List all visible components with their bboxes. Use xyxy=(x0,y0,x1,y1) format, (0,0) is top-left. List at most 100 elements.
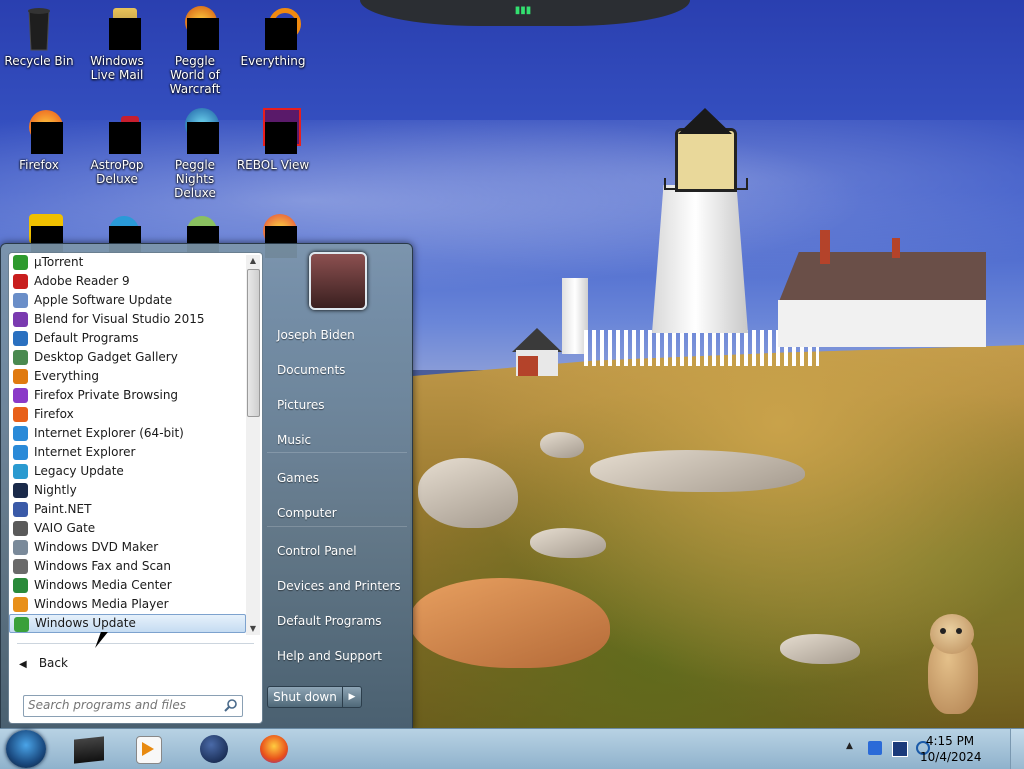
program-item[interactable]: Default Programs xyxy=(9,329,246,348)
program-item[interactable]: Windows Update xyxy=(9,614,246,633)
program-label: Paint.NET xyxy=(34,502,92,516)
scroll-down-arrow[interactable]: ▼ xyxy=(246,623,260,635)
astropop-icon xyxy=(93,108,141,156)
display-icon[interactable] xyxy=(892,741,908,757)
search-icon[interactable] xyxy=(224,698,238,712)
show-desktop-button[interactable] xyxy=(1010,729,1024,769)
program-item[interactable]: Windows Fax and Scan xyxy=(9,557,246,576)
program-label: Default Programs xyxy=(34,331,139,345)
utorrent-icon xyxy=(13,255,28,270)
gadget-gallery-icon xyxy=(13,350,28,365)
everything-icon xyxy=(249,4,301,52)
program-label: µTorrent xyxy=(34,255,84,269)
taskbar-item-media-player[interactable] xyxy=(122,732,174,766)
default-programs-link[interactable]: Default Programs xyxy=(271,606,412,636)
desktop-icon-peggle-nights[interactable]: Peggle Nights Deluxe xyxy=(156,108,234,200)
all-programs-list: µTorrent Adobe Reader 9 Apple Software Upd… xyxy=(9,253,246,641)
program-item[interactable]: Desktop Gadget Gallery xyxy=(9,348,246,367)
program-item[interactable]: Nightly xyxy=(9,481,246,500)
program-item[interactable]: Internet Explorer xyxy=(9,443,246,462)
desktop-icon-recycle-bin[interactable]: Recycle Bin xyxy=(0,4,78,68)
taskbar-item-1[interactable] xyxy=(64,732,116,766)
shutdown-options-button[interactable]: ▶ xyxy=(342,686,362,708)
right-pane-separator xyxy=(267,526,407,527)
program-item[interactable]: Adobe Reader 9 xyxy=(9,272,246,291)
program-label: Desktop Gadget Gallery xyxy=(34,350,178,364)
desktop-icon-firefox[interactable]: Firefox xyxy=(0,108,78,172)
network-icon[interactable] xyxy=(868,741,882,755)
user-picture[interactable] xyxy=(309,252,367,310)
program-item[interactable]: Firefox xyxy=(9,405,246,424)
shutdown-button[interactable]: Shut down xyxy=(267,686,343,708)
program-label: Internet Explorer xyxy=(34,445,136,459)
media-center-icon xyxy=(13,578,28,593)
start-menu: µTorrent Adobe Reader 9 Apple Software Upd… xyxy=(0,243,413,730)
taskbar: ▲ 4:15 PM 10/4/2024 xyxy=(0,728,1024,769)
vaio-gate-icon xyxy=(13,521,28,536)
pictures-link[interactable]: Pictures xyxy=(271,390,412,420)
legacy-update-icon xyxy=(13,464,28,479)
program-item[interactable]: Everything xyxy=(9,367,246,386)
program-item[interactable]: Windows DVD Maker xyxy=(9,538,246,557)
program-item[interactable]: Paint.NET xyxy=(9,500,246,519)
fax-scan-icon xyxy=(13,559,28,574)
program-label: VAIO Gate xyxy=(34,521,96,535)
program-label: Adobe Reader 9 xyxy=(34,274,130,288)
program-label: Windows Media Center xyxy=(34,578,172,592)
paintnet-icon xyxy=(13,502,28,517)
scroll-up-arrow[interactable]: ▲ xyxy=(246,255,260,267)
scroll-thumb[interactable] xyxy=(247,269,260,417)
devices-printers-link[interactable]: Devices and Printers xyxy=(271,571,412,601)
program-label: Everything xyxy=(34,369,99,383)
chevron-right-icon: ▶ xyxy=(348,692,356,702)
desktop-icon-rebol-view[interactable]: REBOL View xyxy=(234,108,312,172)
dark-box-icon xyxy=(74,736,104,764)
program-item[interactable]: Legacy Update xyxy=(9,462,246,481)
system-clock[interactable]: 4:15 PM 10/4/2024 xyxy=(920,733,982,765)
control-panel-link[interactable]: Control Panel xyxy=(271,536,412,566)
back-button[interactable]: ◀ Back xyxy=(19,653,139,673)
program-item[interactable]: Blend for Visual Studio 2015 xyxy=(9,310,246,329)
peggle-nights-icon xyxy=(171,108,219,156)
documents-link[interactable]: Documents xyxy=(271,355,412,385)
nightly-icon xyxy=(13,483,28,498)
search-input[interactable] xyxy=(24,696,222,714)
desktop-icon-everything[interactable]: Everything xyxy=(234,4,312,68)
music-link[interactable]: Music xyxy=(271,425,412,455)
taskbar-item-firefox[interactable] xyxy=(248,732,300,766)
program-list-scrollbar[interactable]: ▲ ▼ xyxy=(246,255,260,635)
desktop-icon-peggle-wow[interactable]: Peggle World of Warcraft xyxy=(156,4,234,96)
firefox-taskbar-icon xyxy=(260,735,288,763)
firefox-desktop-icon xyxy=(15,108,63,156)
desktop-icon-windows-live-mail[interactable]: Windows Live Mail xyxy=(78,4,156,82)
media-player-icon xyxy=(13,597,28,612)
ie-icon xyxy=(13,445,28,460)
right-pane-separator xyxy=(267,452,407,453)
program-item[interactable]: Windows Media Center xyxy=(9,576,246,595)
desktop-icon-astropop[interactable]: AstroPop Deluxe xyxy=(78,108,156,186)
computer-link[interactable]: Computer xyxy=(271,498,412,528)
nightly-taskbar-icon xyxy=(200,735,228,763)
taskbar-item-nightly[interactable] xyxy=(188,732,240,766)
program-item[interactable]: Internet Explorer (64-bit) xyxy=(9,424,246,443)
gopher-gadget xyxy=(922,614,984,714)
left-pane-divider xyxy=(17,643,254,644)
program-label: Windows DVD Maker xyxy=(34,540,159,554)
program-item[interactable]: VAIO Gate xyxy=(9,519,246,538)
show-hidden-icons-button[interactable]: ▲ xyxy=(846,741,860,755)
blend-icon xyxy=(13,312,28,327)
windows-update-icon xyxy=(14,617,29,632)
rebol-view-icon xyxy=(249,108,301,156)
program-item[interactable]: Windows Media Player xyxy=(9,595,246,614)
program-label: Firefox Private Browsing xyxy=(34,388,179,402)
program-item[interactable]: µTorrent xyxy=(9,253,246,272)
user-name-link[interactable]: Joseph Biden xyxy=(271,320,412,350)
clock-time: 4:15 PM xyxy=(925,734,975,748)
program-item[interactable]: Apple Software Update xyxy=(9,291,246,310)
program-item[interactable]: Firefox Private Browsing xyxy=(9,386,246,405)
start-button[interactable] xyxy=(6,730,46,768)
help-support-link[interactable]: Help and Support xyxy=(271,641,412,671)
windows-live-mail-icon xyxy=(93,4,141,52)
search-box[interactable] xyxy=(23,695,243,717)
games-link[interactable]: Games xyxy=(271,463,412,493)
